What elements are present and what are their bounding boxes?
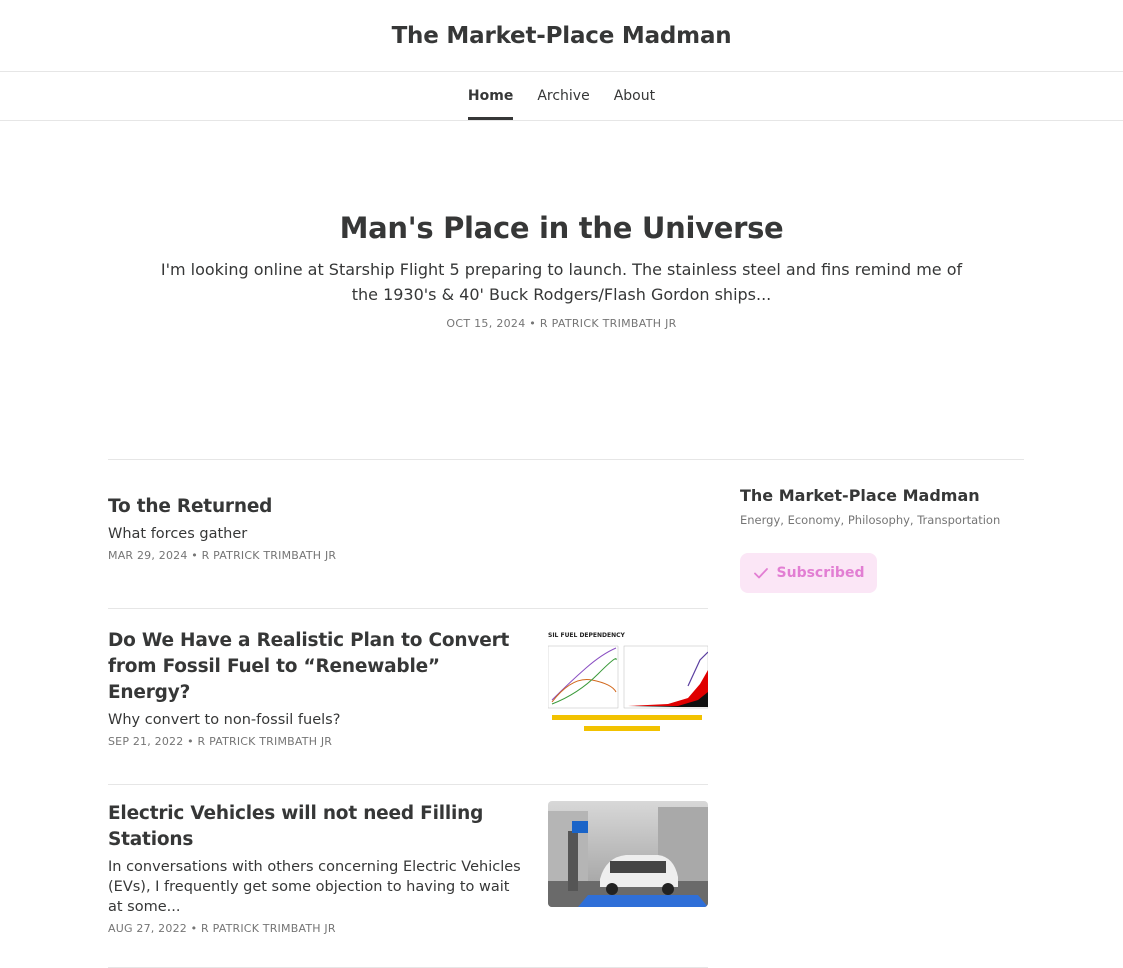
post-title[interactable]: Electric Vehicles will not need Filling …: [108, 801, 528, 853]
post-meta: MAR 29, 2024 • R PATRICK TRIMBATH JR: [108, 549, 337, 562]
post-thumbnail-chart[interactable]: SIL FUEL DEPENDENCY: [548, 630, 708, 736]
tab-archive[interactable]: Archive: [537, 72, 589, 120]
post-thumbnail-ev[interactable]: [548, 801, 708, 907]
featured-post-meta: OCT 15, 2024 • R PATRICK TRIMBATH JR: [446, 317, 677, 330]
post-title[interactable]: Do We Have a Realistic Plan to Convert f…: [108, 628, 528, 706]
thumbnail-heading: SIL FUEL DEPENDENCY: [548, 632, 626, 639]
featured-post-subtitle: I'm looking online at Starship Flight 5 …: [160, 260, 963, 304]
post-title[interactable]: To the Returned: [108, 494, 708, 520]
subscribed-button[interactable]: Subscribed: [740, 553, 877, 593]
featured-post-title[interactable]: Man's Place in the Universe: [0, 211, 1123, 245]
sidebar: The Market-Place Madman Energy, Economy,…: [740, 486, 1024, 593]
post-meta: AUG 27, 2022 • R PATRICK TRIMBATH JR: [108, 922, 336, 935]
site-title[interactable]: The Market-Place Madman: [392, 23, 732, 49]
tab-home[interactable]: Home: [467, 72, 514, 120]
post-subtitle: What forces gather: [108, 526, 248, 542]
sidebar-title[interactable]: The Market-Place Madman: [740, 486, 1024, 505]
post-list: To the Returned What forces gather MAR 2…: [108, 460, 708, 968]
post-text: Electric Vehicles will not need Filling …: [108, 801, 528, 935]
site-header: The Market-Place Madman: [0, 0, 1123, 72]
post-subtitle: Why convert to non-fossil fuels?: [108, 712, 341, 728]
post-meta: SEP 21, 2022 • R PATRICK TRIMBATH JR: [108, 735, 333, 748]
tab-about[interactable]: About: [614, 72, 655, 120]
featured-post[interactable]: Man's Place in the Universe I'm looking …: [0, 211, 1123, 330]
post-text: To the Returned What forces gather MAR 2…: [108, 494, 708, 562]
check-icon: [753, 568, 768, 579]
post-subtitle: In conversations with others concerning …: [108, 859, 521, 915]
main-nav: Home Archive About: [0, 72, 1123, 121]
post-item[interactable]: To the Returned What forces gather MAR 2…: [108, 460, 708, 609]
sidebar-tags: Energy, Economy, Philosophy, Transportat…: [740, 513, 1001, 527]
post-item[interactable]: Electric Vehicles will not need Filling …: [108, 785, 708, 968]
post-item[interactable]: Do We Have a Realistic Plan to Convert f…: [108, 609, 708, 785]
post-text: Do We Have a Realistic Plan to Convert f…: [108, 628, 528, 748]
subscribed-label: Subscribed: [776, 565, 865, 581]
